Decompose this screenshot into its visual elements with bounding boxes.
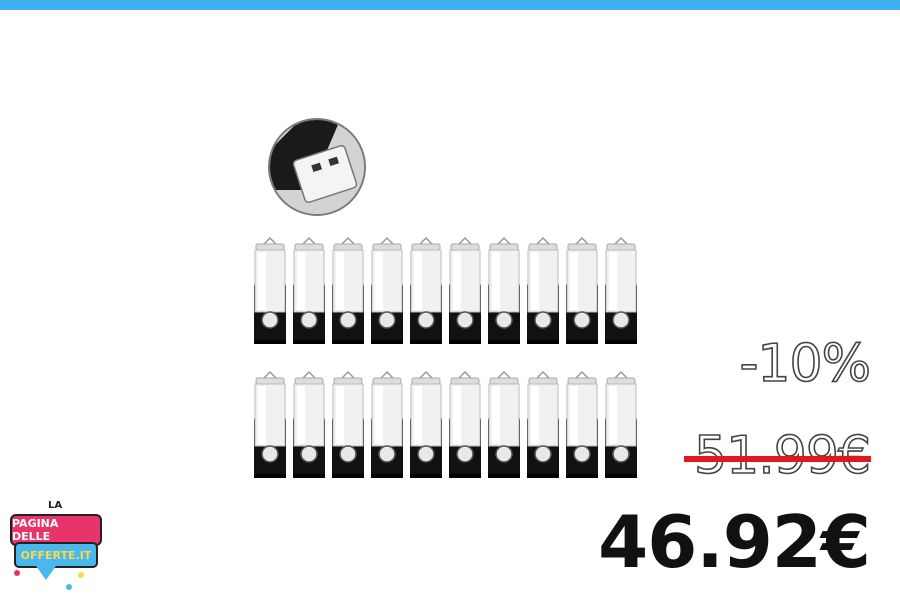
usb-stick-icon [603,236,639,346]
strike-through-line [684,456,871,462]
usb-stick-icon [369,236,405,346]
usb-stick-icon [330,236,366,346]
usb-stick-grid [250,236,650,504]
usb-connector-icon [270,120,364,214]
usb-stick-icon [564,236,600,346]
usb-stick-icon [447,236,483,346]
usb-stick-icon [408,236,444,346]
usb-stick-icon [330,370,366,480]
usb-stick-icon [486,370,522,480]
usb-stick-icon [486,236,522,346]
confetti-dot-icon [78,572,84,578]
usb-stick-icon [603,370,639,480]
new-price: 46.92€ [598,500,871,584]
usb-stick-icon [564,370,600,480]
usb-row-2 [250,370,650,490]
usb-stick-icon [525,236,561,346]
confetti-dot-icon [14,570,20,576]
usb-stick-icon [525,370,561,480]
usb-stick-icon [408,370,444,480]
top-accent-bar [0,0,900,10]
usb-stick-icon [447,370,483,480]
usb-connector-zoom [268,118,366,216]
product-image [250,118,650,478]
confetti-dot-icon [66,584,72,590]
usb-stick-icon [252,236,288,346]
usb-row-1 [250,236,650,356]
usb-stick-icon [291,370,327,480]
logo-top-word: LA [48,500,63,511]
site-logo: LA PAGINA DELLE OFFERTE.IT [8,498,102,598]
logo-line-2: OFFERTE.IT [14,542,98,568]
usb-stick-icon [369,370,405,480]
speech-bubble-tail-icon [36,566,56,580]
usb-stick-icon [291,236,327,346]
discount-label: -10% [739,334,872,394]
usb-stick-icon [252,370,288,480]
